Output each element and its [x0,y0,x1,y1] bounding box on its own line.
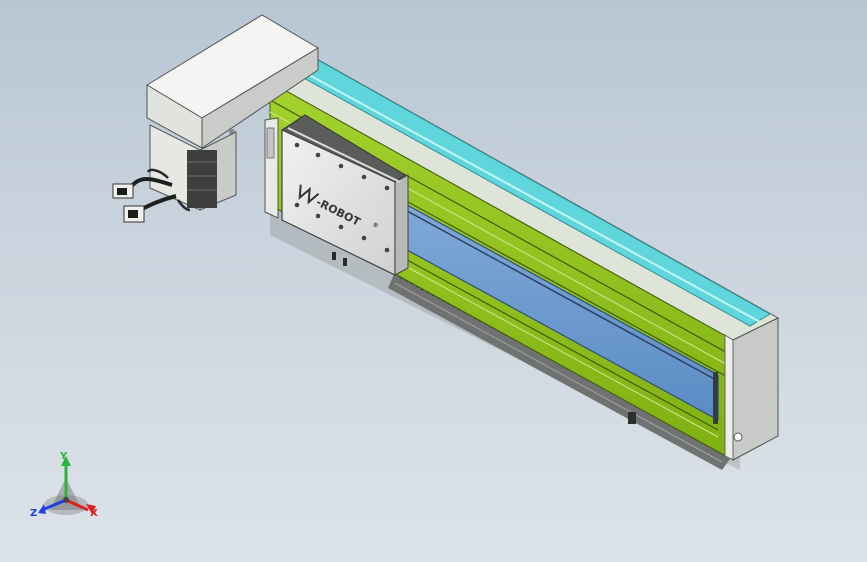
y-axis-label: Y [59,451,68,462]
end-cap-hole [733,432,743,442]
z-axis-label: Z [30,508,37,519]
coordinate-triad-icon[interactable]: Y X Z [30,451,98,519]
end-cap-left[interactable] [264,117,279,219]
end-cap-bracket [713,372,718,424]
x-axis-label: X [90,508,98,519]
cad-viewport[interactable]: -ROBOT ® Y X Z [0,0,867,562]
limit-sensor [628,412,636,424]
motor-core [187,150,217,208]
power-connector[interactable] [123,205,145,223]
cad-model-scene[interactable]: -ROBOT ® Y X Z [0,0,867,562]
encoder-connector[interactable] [112,183,134,199]
